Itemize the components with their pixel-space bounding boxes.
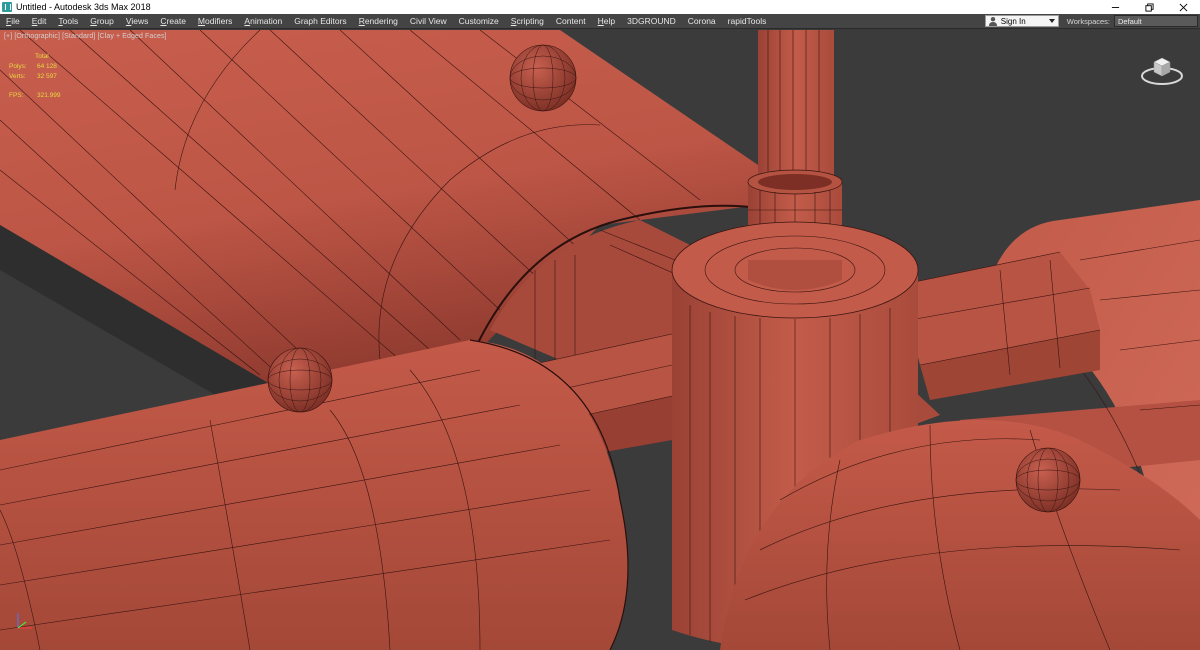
sphere-right [1015, 447, 1081, 513]
sphere-left [267, 347, 333, 413]
menu-items: File Edit Tools Group Views Create Modifiers An… [0, 14, 985, 29]
sphere-top [509, 44, 577, 112]
menu-modifiers[interactable]: Modifiers [192, 14, 239, 29]
menu-civil-view[interactable]: Civil View [404, 14, 453, 29]
sign-in-dropdown[interactable]: Sign In [984, 15, 1059, 27]
chevron-down-icon [1048, 19, 1055, 23]
menu-content[interactable]: Content [550, 14, 592, 29]
menu-3dground[interactable]: 3DGROUND [621, 14, 682, 29]
stats-verts-row: Verts: 32 597 [9, 73, 57, 80]
menu-scripting[interactable]: Scripting [505, 14, 550, 29]
stats-fps-row: FPS: 321.999 [9, 92, 61, 99]
menu-customize[interactable]: Customize [453, 14, 505, 29]
viewport-statistics: Total Polys: 64 128 Verts: 32 597 FPS: 3… [9, 52, 61, 101]
stats-polys-row: Polys: 64 128 [9, 63, 57, 70]
workspace-value: Default [1118, 16, 1142, 26]
workspaces-label: Workspaces: [1066, 16, 1110, 26]
viewport-orthographic[interactable]: [+] [Orthographic] [Standard] [Clay + Ed… [0, 30, 1200, 650]
close-icon [1179, 3, 1187, 11]
sign-in-label: Sign In [1000, 16, 1026, 26]
restore-icon [1144, 2, 1154, 12]
window-title: Untitled - Autodesk 3ds Max 2018 [16, 2, 151, 12]
close-button[interactable] [1166, 0, 1200, 14]
restore-button[interactable] [1132, 0, 1166, 14]
menu-rendering[interactable]: Rendering [353, 14, 404, 29]
minimize-button[interactable] [1098, 0, 1132, 14]
window-controls [1098, 0, 1200, 14]
scene-geometry [0, 30, 1200, 650]
beam-right [899, 251, 1101, 400]
viewcube-icon[interactable] [1140, 50, 1184, 88]
stats-heading: Total [35, 53, 49, 60]
menu-file[interactable]: File [0, 14, 26, 29]
menu-help[interactable]: Help [592, 14, 621, 29]
viewport-label-menu[interactable]: [+] [Orthographic] [Standard] [Clay + Ed… [4, 33, 167, 40]
workspace-select[interactable]: Default [1114, 15, 1198, 27]
title-bar: Untitled - Autodesk 3ds Max 2018 [0, 0, 1200, 14]
menu-corona[interactable]: Corona [682, 14, 722, 29]
menu-edit[interactable]: Edit [26, 14, 53, 29]
menu-animation[interactable]: Animation [238, 14, 288, 29]
minimize-icon [1111, 6, 1119, 8]
menu-graph-editors[interactable]: Graph Editors [288, 14, 352, 29]
user-icon [988, 17, 997, 26]
axis-tripod-icon [17, 613, 32, 629]
menu-rapidtools[interactable]: rapidTools [722, 14, 773, 29]
app-icon [2, 2, 12, 12]
menu-bar: File Edit Tools Group Views Create Modifiers An… [0, 14, 1200, 29]
menu-views[interactable]: Views [120, 14, 155, 29]
menu-group[interactable]: Group [84, 14, 120, 29]
menu-tools[interactable]: Tools [52, 14, 84, 29]
menu-create[interactable]: Create [154, 14, 192, 29]
